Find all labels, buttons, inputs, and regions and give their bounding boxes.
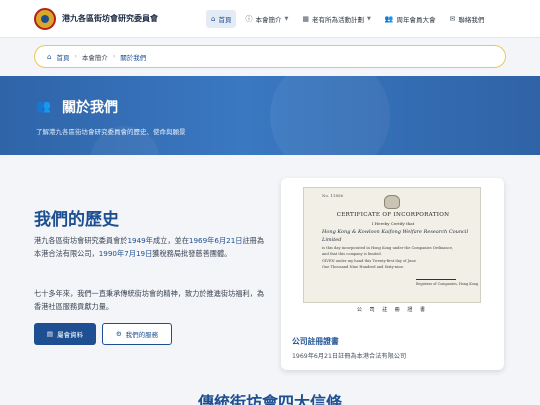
breadcrumb-home[interactable]: 首頁 bbox=[56, 52, 69, 62]
button-label: 我們的服務 bbox=[125, 331, 159, 339]
nav-item-agm[interactable]: 👥 周年會員大會 bbox=[380, 10, 441, 28]
text-segment: 港九各區街坊會研究委員會於 bbox=[34, 236, 128, 245]
main-nav: ⌂ 首頁 ⓘ 本會簡介 ▼ ▦ 老有所為活動計劃 ▼ 👥 周年會員大會 ✉ 聯絡… bbox=[206, 10, 489, 28]
nav-item-home[interactable]: ⌂ 首頁 bbox=[206, 10, 237, 28]
history-title: 我們的歷史 bbox=[34, 210, 119, 230]
breadcrumb-separator-icon: › bbox=[74, 53, 77, 60]
nav-item-elderly-program[interactable]: ▦ 老有所為活動計劃 ▼ bbox=[297, 10, 375, 28]
cert-text: One Thousand Nine Hundred and Sixty-nine… bbox=[322, 265, 404, 269]
document-icon: ▤ bbox=[46, 330, 54, 338]
signature bbox=[416, 270, 456, 280]
breadcrumb-separator-icon: › bbox=[112, 53, 116, 60]
cert-text: and that this company is limited. bbox=[322, 252, 382, 256]
cert-text: is this day incorporated in Hong Kong un… bbox=[322, 246, 453, 250]
crest-icon bbox=[384, 195, 400, 209]
nav-item-about[interactable]: ⓘ 本會簡介 ▼ bbox=[240, 10, 293, 28]
text-segment: 獲稅務局批發慈善團體。 bbox=[152, 249, 232, 258]
site-header: 港九各區街坊會研究委員會 ⌂ 首頁 ⓘ 本會簡介 ▼ ▦ 老有所為活動計劃 ▼ … bbox=[0, 0, 540, 38]
history-paragraph-1: 港九各區街坊會研究委員會於1949年成立，並在1969年6月21日註冊為本港合法… bbox=[34, 234, 266, 260]
site-title[interactable]: 港九各區街坊會研究委員會 bbox=[62, 13, 158, 24]
certificate-image[interactable]: No. 11856 CERTIFICATE OF INCORPORATION I… bbox=[303, 187, 481, 303]
certificate-card: No. 11856 CERTIFICATE OF INCORPORATION I… bbox=[281, 178, 504, 370]
highlight-year: 1949年 bbox=[127, 236, 153, 245]
calendar-icon: ▦ bbox=[302, 15, 309, 23]
home-icon: ⌂ bbox=[47, 52, 52, 61]
chevron-down-icon: ▼ bbox=[366, 16, 371, 22]
people-icon: 👥 bbox=[384, 15, 394, 23]
mail-icon: ✉ bbox=[449, 15, 456, 23]
cert-text: GIVEN under my hand this Twenty-first da… bbox=[322, 259, 416, 263]
gear-icon: ⚙ bbox=[115, 330, 122, 338]
cert-stamp-text: 公 司 註 冊 證 書 bbox=[357, 307, 428, 313]
breadcrumb-current: 關於我們 bbox=[120, 53, 147, 62]
chevron-down-icon: ▼ bbox=[284, 16, 289, 22]
nav-label: 周年會員大會 bbox=[396, 16, 436, 24]
cert-company-name: Hong Kong & Kowloon Kaifong Welfare Rese… bbox=[322, 229, 469, 235]
highlight-date: 1990年7月19日 bbox=[98, 249, 153, 258]
card-title: 公司註冊證書 bbox=[292, 337, 339, 346]
home-icon: ⌂ bbox=[211, 15, 216, 23]
text-segment: 成立，並在 bbox=[152, 236, 189, 245]
card-description: 1969年6月21日註冊為本港合法有限公司 bbox=[292, 353, 407, 360]
cert-number: No. 11856 bbox=[322, 193, 344, 198]
member-info-button[interactable]: ▤ 屬會資料 bbox=[34, 323, 96, 345]
cert-subheading: I Hereby Certify that bbox=[371, 221, 415, 226]
nav-label: 本會簡介 bbox=[255, 16, 282, 24]
breadcrumb-parent[interactable]: 本會簡介 bbox=[82, 52, 108, 62]
cert-company-name-2: Limited bbox=[322, 237, 342, 243]
people-icon: 👥 bbox=[36, 99, 51, 113]
cert-heading: CERTIFICATE OF INCORPORATION bbox=[336, 212, 450, 218]
nav-item-contact[interactable]: ✉ 聯絡我們 bbox=[445, 10, 490, 28]
highlight-date: 1969年6月21日 bbox=[188, 236, 243, 245]
page-subtitle: 了解港九各區街坊會研究委員會的歷史、使命與願景 bbox=[36, 128, 186, 136]
nav-label: 聯絡我們 bbox=[458, 16, 485, 24]
our-services-button[interactable]: ⚙ 我們的服務 bbox=[102, 323, 172, 345]
button-label: 屬會資料 bbox=[57, 331, 84, 339]
site-logo[interactable] bbox=[34, 8, 56, 30]
info-icon: ⓘ bbox=[245, 15, 253, 23]
nav-label: 首頁 bbox=[218, 16, 232, 24]
breadcrumb: ⌂ 首頁 › 本會簡介 › 關於我們 bbox=[34, 45, 506, 68]
section-title-four-creeds: 傳統街坊會四大信條 bbox=[197, 393, 342, 405]
hero-decoration bbox=[270, 76, 390, 155]
nav-label: 老有所為活動計劃 bbox=[311, 16, 364, 24]
page-title: 關於我們 bbox=[62, 100, 118, 116]
cert-registrar: Registrar of Companies, Hong Kong bbox=[416, 282, 479, 286]
history-paragraph-2: 七十多年來，我們一直秉承傳統街坊會的精神，致力於推進街坊福利，為香港社區服務貢獻… bbox=[34, 289, 265, 311]
